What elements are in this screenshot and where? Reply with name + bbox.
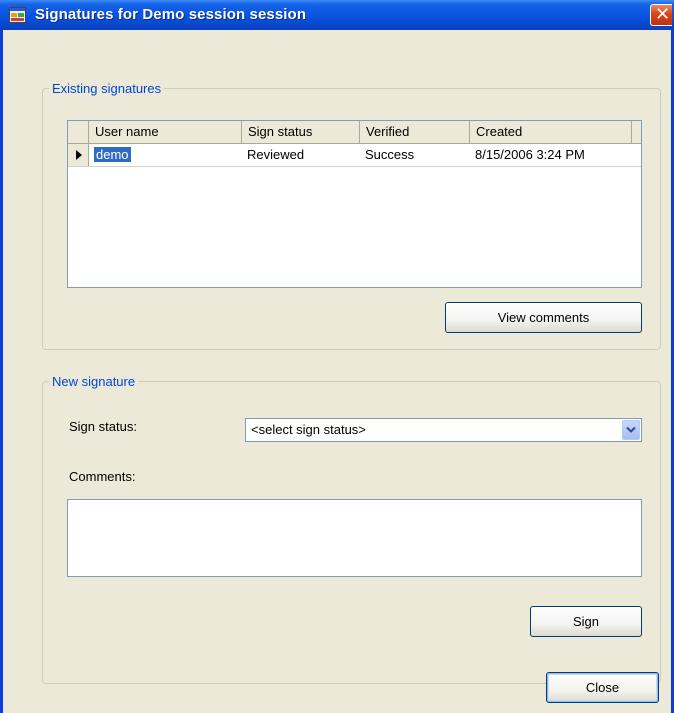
sign-status-selected-value: <select sign status> [251, 422, 366, 437]
cell-created[interactable]: 8/15/2006 3:24 PM [470, 144, 632, 166]
comments-label: Comments: [69, 469, 136, 484]
column-header-verified[interactable]: Verified [360, 121, 470, 143]
grid-corner-header [68, 121, 89, 143]
column-header-sign-status[interactable]: Sign status [242, 121, 360, 143]
title-bar[interactable]: Signatures for Demo session session ✕ [0, 0, 674, 30]
new-signature-legend: New signature [49, 374, 139, 389]
grid-header: User name Sign status Verified Created [68, 121, 641, 144]
app-window-icon [9, 7, 26, 23]
cell-sign-status[interactable]: Reviewed [242, 144, 360, 166]
selected-user-name: demo [94, 147, 131, 162]
cell-user-name[interactable]: demo [89, 144, 242, 166]
sign-status-select[interactable]: <select sign status> [245, 418, 642, 442]
cell-verified[interactable]: Success [360, 144, 470, 166]
table-row[interactable]: demo Reviewed Success 8/15/2006 3:24 PM [68, 144, 641, 167]
dialog-window: Signatures for Demo session session ✕ Ex… [0, 0, 674, 713]
view-comments-button[interactable]: View comments [445, 302, 642, 333]
dropdown-button[interactable] [622, 420, 640, 440]
current-row-arrow-icon [76, 150, 82, 160]
close-button[interactable]: Close [546, 672, 659, 703]
sign-status-label: Sign status: [69, 419, 137, 434]
close-icon: ✕ [655, 4, 671, 25]
window-close-button[interactable]: ✕ [650, 4, 672, 26]
window-title: Signatures for Demo session session [35, 6, 307, 23]
sign-button[interactable]: Sign [530, 606, 642, 637]
column-header-created[interactable]: Created [470, 121, 632, 143]
column-header-user-name[interactable]: User name [89, 121, 242, 143]
chevron-down-icon [626, 426, 636, 433]
signatures-grid[interactable]: User name Sign status Verified Created d… [67, 120, 642, 288]
comments-textarea[interactable] [67, 499, 642, 577]
row-selector[interactable] [68, 144, 89, 166]
existing-signatures-legend: Existing signatures [49, 81, 165, 96]
